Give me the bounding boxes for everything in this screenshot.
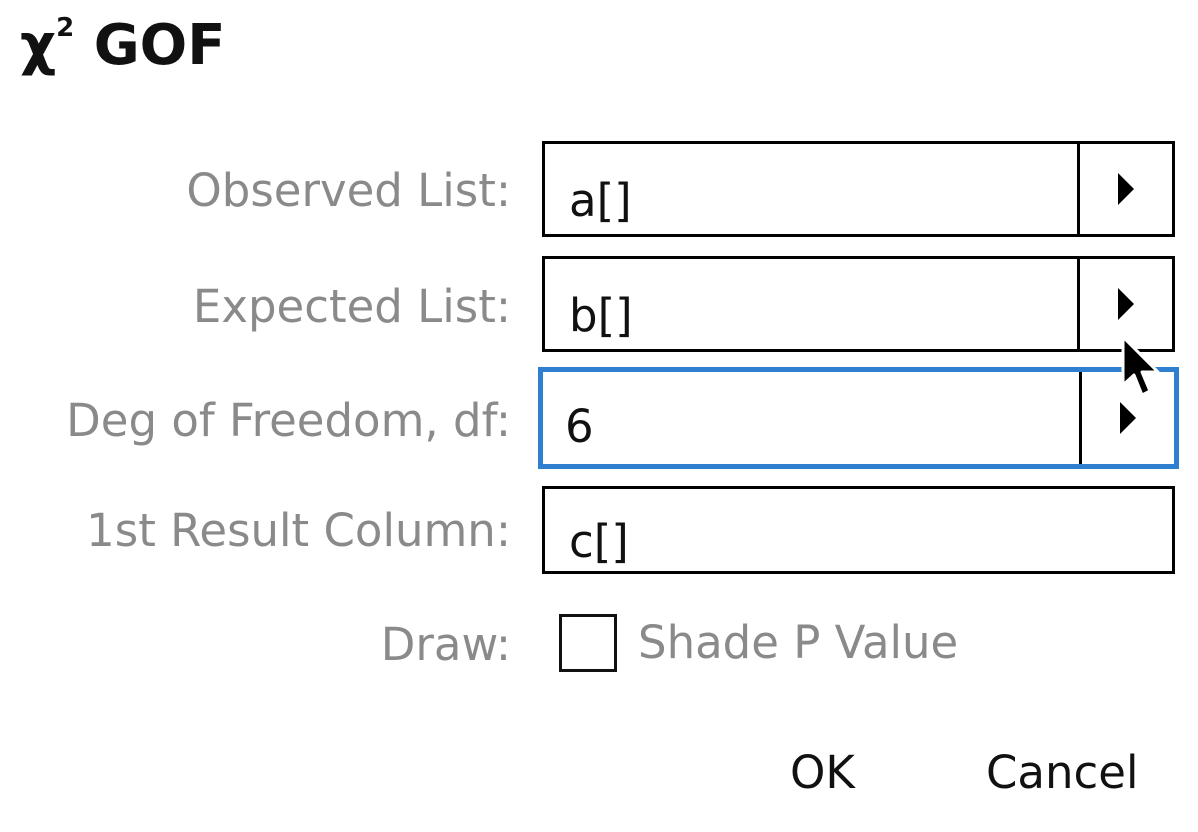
shade-p-value-label[interactable]: Shade P Value xyxy=(638,620,958,665)
expected-list-label: Expected List: xyxy=(192,280,511,333)
shade-p-value-checkbox[interactable] xyxy=(559,614,617,672)
result-column-label: 1st Result Column: xyxy=(86,504,511,557)
triangle-right-icon xyxy=(1118,173,1134,205)
dialog-title: χ2 GOF xyxy=(20,15,226,74)
result-column-value: c[] xyxy=(569,515,629,568)
observed-list-field[interactable]: a[] xyxy=(542,141,1175,237)
title-text: GOF xyxy=(93,13,226,78)
deg-of-freedom-value: 6 xyxy=(565,400,594,453)
draw-label: Draw: xyxy=(380,618,511,671)
triangle-right-icon xyxy=(1120,402,1136,434)
triangle-right-icon xyxy=(1118,288,1134,320)
observed-list-value: a[] xyxy=(569,174,632,227)
result-column-field[interactable]: c[] xyxy=(542,486,1175,574)
observed-list-dropdown-button[interactable] xyxy=(1077,144,1172,234)
title-superscript: 2 xyxy=(56,13,75,44)
mouse-pointer-icon xyxy=(1121,335,1160,397)
ok-button[interactable]: OK xyxy=(790,750,855,795)
observed-list-label: Observed List: xyxy=(186,164,511,217)
title-symbol: χ xyxy=(20,13,57,78)
deg-of-freedom-field[interactable]: 6 xyxy=(538,367,1179,469)
cancel-button[interactable]: Cancel xyxy=(986,750,1138,795)
expected-list-value: b[] xyxy=(569,289,633,342)
expected-list-field[interactable]: b[] xyxy=(542,256,1175,352)
deg-of-freedom-label: Deg of Freedom, df: xyxy=(66,394,511,447)
